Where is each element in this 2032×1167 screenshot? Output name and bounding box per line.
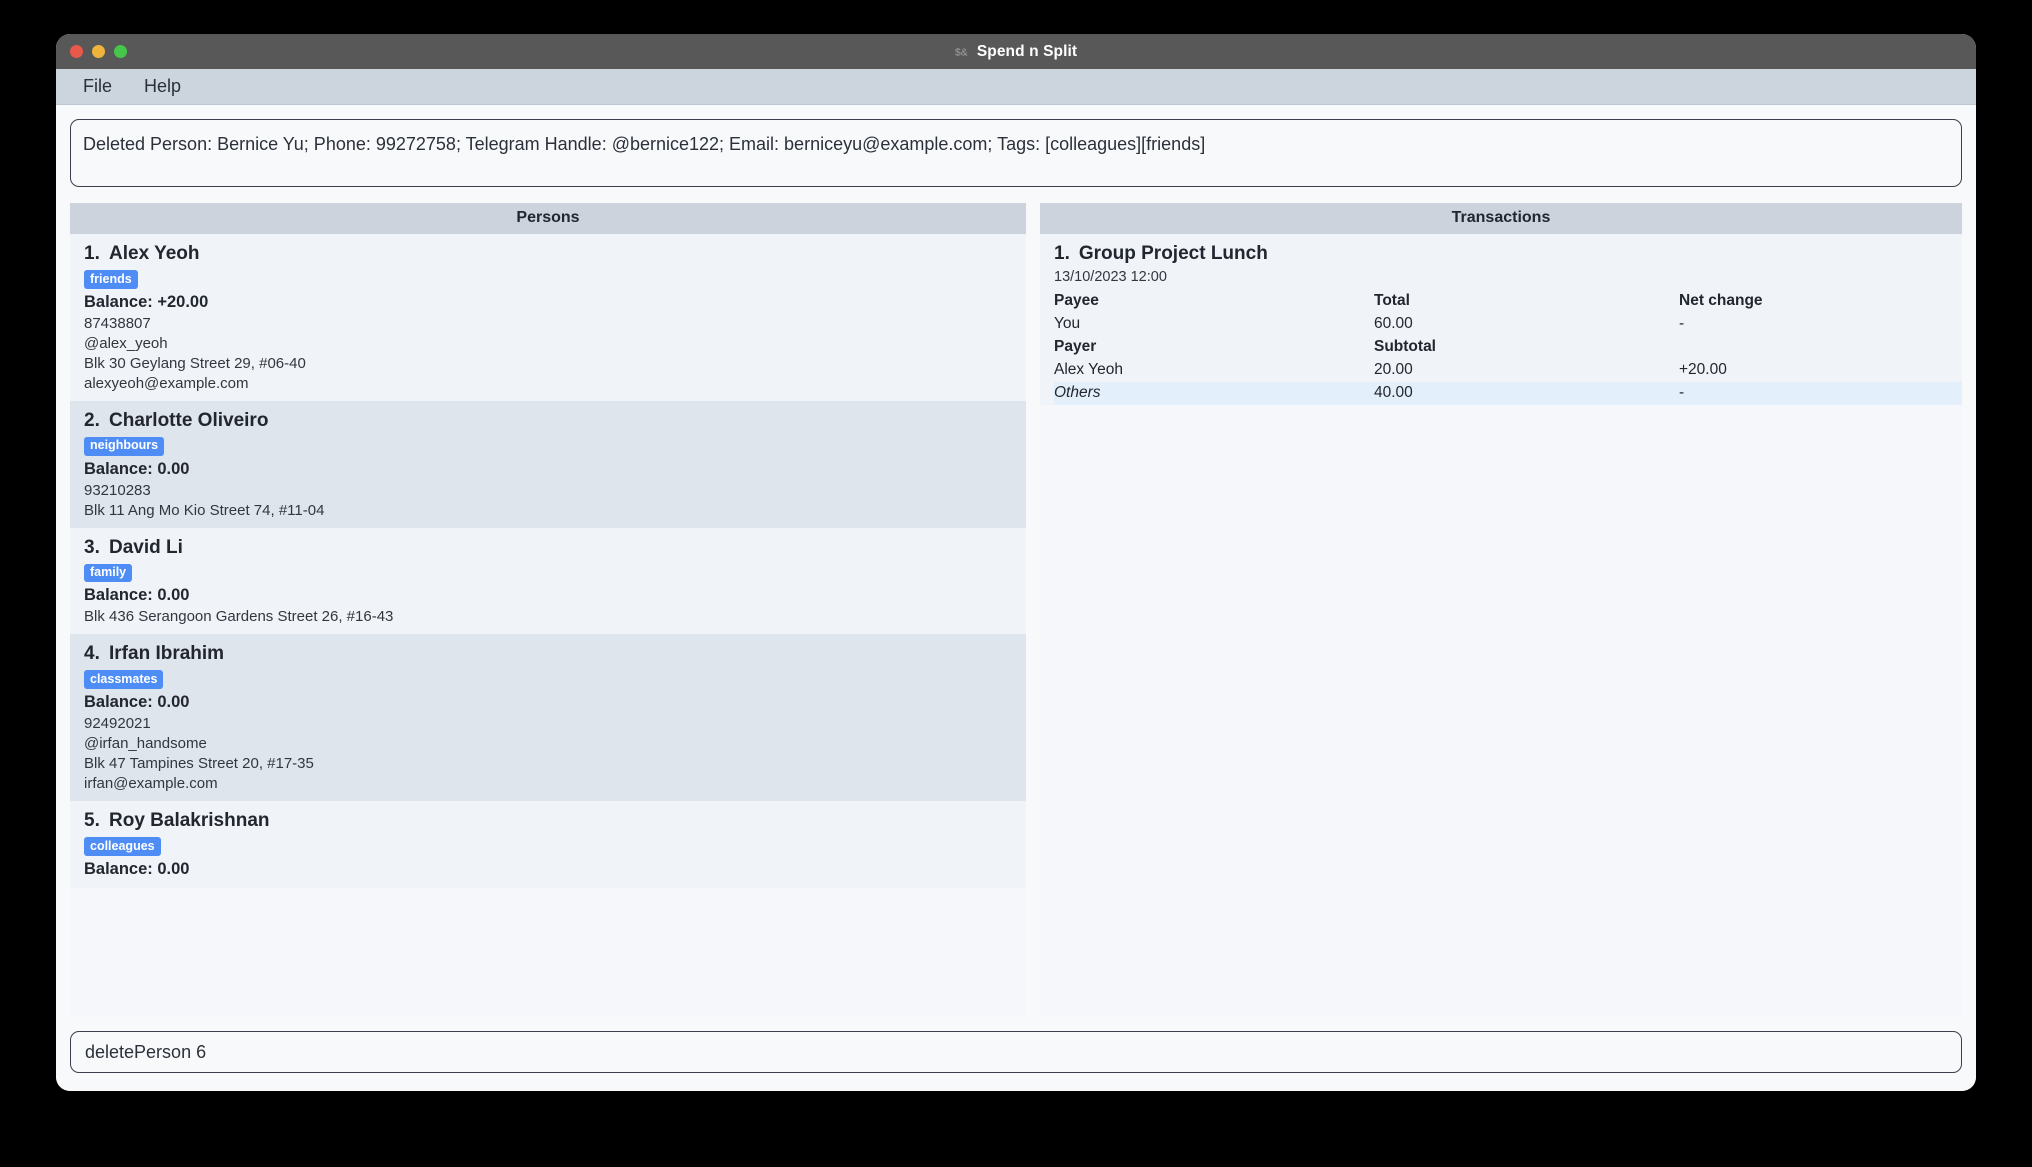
title-bar-center: $& Spend n Split [56,43,1976,61]
minimize-button[interactable] [92,45,105,58]
tag-chip: family [84,563,133,583]
person-detail-field: alexyeoh@example.com [84,374,249,392]
person-detail-field: Blk 11 Ang Mo Kio Street 74, #11-04 [84,501,325,519]
transaction-payer-row-cell: 20.00 [1374,361,1413,378]
tag-chip: neighbours [84,436,165,456]
person-title: 1. Alex Yeoh [84,243,1026,265]
command-input[interactable]: deletePerson 6 [70,1031,1962,1073]
transaction-payer-header-row: Payer Subtotal [1054,336,1962,359]
transaction-payee-header-row-cell: Payee [1054,292,1099,309]
transaction-payer-row: Others 40.00 - [1054,382,1962,405]
persons-panel-header: Persons [70,203,1026,234]
svg-text:$&: $& [955,47,968,58]
command-box-wrapper: deletePerson 6 [70,1015,1962,1091]
person-card[interactable]: 3. David Li family Balance: 0.00 Blk 436 Ser… [70,527,1026,635]
maximize-button[interactable] [114,45,127,58]
person-balance: Balance: +20.00 [84,292,209,311]
person-tag-row: family [84,563,1026,583]
menu-item-help[interactable]: Help [131,73,194,100]
person-name: Charlotte Oliveiro [109,409,269,431]
transaction-description: Group Project Lunch [1078,243,1268,264]
person-card[interactable]: 5. Roy Balakrishnan colleagues Balance: 0.0… [70,801,1026,888]
transaction-datetime: 13/10/2023 12:00 [1054,269,1167,285]
person-detail-field: @alex_yeoh [84,334,168,352]
transaction-table: Payee Total Net change You 60.00 - Payer Subtot… [1054,290,1962,405]
person-detail-field: 92492021 [84,715,151,732]
person-title: 2. Charlotte Oliveiro [84,410,1026,432]
person-balance: Balance: 0.00 [84,459,190,478]
close-button[interactable] [70,45,83,58]
tag-chip: colleagues [84,837,161,856]
person-title: 5. Roy Balakrishnan [84,810,1026,832]
result-display: Deleted Person: Bernice Yu; Phone: 99272… [70,119,1962,187]
transaction-payer-row-cell: Alex Yeoh [1054,361,1123,378]
transaction-payee-header-row-cell: Total [1374,292,1410,309]
person-detail-field: 93210283 [84,481,151,499]
transaction-payer-row-cell: +20.00 [1679,361,1727,378]
transaction-payee-row-cell: You [1054,315,1081,332]
transaction-payee-row-cell: 60.00 [1374,315,1413,332]
transaction-payer-header-row-cell [1679,336,1962,359]
transaction-payee-header-row: Payee Total Net change [1054,290,1962,313]
title-bar: $& Spend n Split [56,34,1976,69]
persons-panel: Persons 1. Alex Yeoh friends Balance: +20.0… [70,203,1026,1015]
transactions-list[interactable]: 1. Group Project Lunch 13/10/2023 12:00 Pay… [1040,234,1962,1015]
persons-list[interactable]: 1. Alex Yeoh friends Balance: +20.00 8743880… [70,234,1026,1015]
application-window: $& Spend n Split File Help Deleted Perso… [56,34,1976,1091]
person-name: Alex Yeoh [109,243,200,264]
transaction-index: 1. [1054,243,1070,264]
person-name: David Li [109,536,183,558]
person-tag-row: friends [84,270,1026,289]
person-detail-field: Blk 47 Tampines Street 20, #17-35 [84,755,314,772]
menu-item-file[interactable]: File [70,73,125,100]
panels-container: Persons 1. Alex Yeoh friends Balance: +20.0… [70,203,1962,1015]
transaction-payer-row: Alex Yeoh 20.00 +20.00 [1054,359,1962,382]
person-name: Roy Balakrishnan [109,810,270,831]
person-title: 3. David Li [84,537,1026,559]
tag-chip: friends [84,270,138,289]
transaction-payee-row-cell: - [1679,315,1685,332]
transaction-payer-row-cell: - [1679,384,1685,401]
person-detail-field: @irfan_handsome [84,735,207,752]
transaction-title: 1. Group Project Lunch [1054,243,1962,265]
person-title: 4. Irfan Ibrahim [84,643,1026,665]
result-display-text: Deleted Person: Bernice Yu; Phone: 99272… [83,134,1206,154]
person-detail-field: Blk 30 Geylang Street 29, #06-40 [84,354,306,372]
person-tag-row: neighbours [84,436,1026,456]
transaction-payer-row-cell: Others [1054,384,1101,401]
transaction-payee-header-row-cell: Net change [1679,292,1763,309]
person-index: 4. [84,643,100,665]
person-name: Irfan Ibrahim [109,643,225,665]
transaction-card[interactable]: 1. Group Project Lunch 13/10/2023 12:00 Pay… [1040,234,1962,405]
transactions-panel-header: Transactions [1040,203,1962,234]
window-title: Spend n Split [976,42,1078,60]
command-input-value: deletePerson 6 [85,1041,207,1062]
window-body: Deleted Person: Bernice Yu; Phone: 99272… [56,105,1976,1091]
transactions-panel: Transactions 1. Group Project Lunch 13/10/… [1040,203,1962,1015]
window-controls [70,45,127,58]
menu-bar: File Help [56,69,1976,105]
person-tag-row: colleagues [84,837,1026,856]
person-detail-field: Blk 436 Serangoon Gardens Street 26, #16… [84,608,394,626]
tag-chip: classmates [84,670,164,689]
person-detail-field: 87438807 [84,314,151,332]
transaction-payer-header-row-cell: Payer [1054,338,1097,355]
person-balance: Balance: 0.00 [84,693,190,711]
person-index: 3. [84,536,100,558]
app-icon: $& [955,44,970,59]
person-index: 5. [84,810,100,831]
person-tag-row: classmates [84,670,1026,689]
person-index: 2. [84,409,100,431]
person-card[interactable]: 2. Charlotte Oliveiro neighbours Balance: 0… [70,400,1026,528]
person-balance: Balance: 0.00 [84,586,190,605]
person-balance: Balance: 0.00 [84,859,190,878]
transaction-payee-row: You 60.00 - [1054,313,1962,336]
person-card[interactable]: 4. Irfan Ibrahim classmates Balance: 0.00 92… [70,634,1026,801]
transaction-payer-header-row-cell: Subtotal [1374,338,1436,355]
transaction-payer-row-cell: 40.00 [1374,384,1413,401]
person-card[interactable]: 1. Alex Yeoh friends Balance: +20.00 8743880… [70,234,1026,401]
person-index: 1. [84,243,100,264]
person-detail-field: irfan@example.com [84,775,218,792]
